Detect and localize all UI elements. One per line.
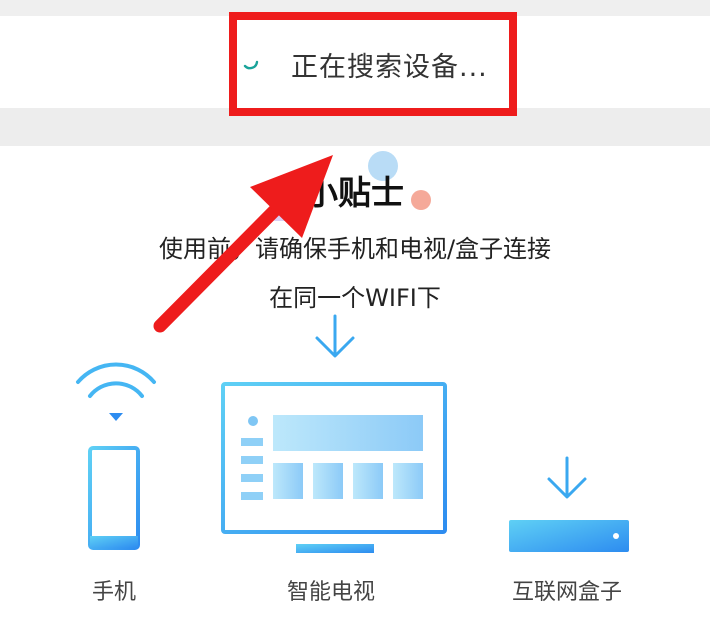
annotation-arrow-icon [153, 155, 333, 333]
